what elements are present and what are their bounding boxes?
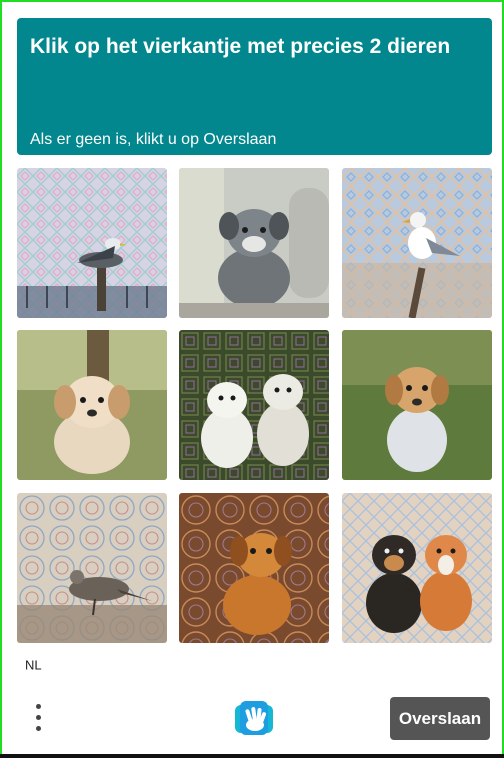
tile-two-dogs-2[interactable] [342, 493, 492, 643]
tile-dog-1[interactable] [179, 168, 329, 318]
tile-two-dogs-1[interactable] [179, 330, 329, 480]
challenge-subtitle: Als er geen is, klikt u op Overslaan [30, 131, 277, 148]
tile-seagull-2[interactable] [342, 168, 492, 318]
tile-dog-4[interactable] [179, 493, 329, 643]
language-selector[interactable]: NL [25, 658, 42, 673]
tile-seagull-1[interactable] [17, 168, 167, 318]
tile-dog-3[interactable] [342, 330, 492, 480]
dog-image [179, 493, 329, 643]
skip-button[interactable]: Overslaan [390, 697, 490, 740]
seagull-image [17, 168, 167, 318]
two-dogs-image [342, 493, 492, 643]
image-grid [17, 168, 492, 643]
dog-image [17, 330, 167, 480]
challenge-title: Klik op het vierkantje met precies 2 die… [30, 35, 451, 58]
dog-image [342, 330, 492, 480]
tile-dog-2[interactable] [17, 330, 167, 480]
tile-bird-1[interactable] [17, 493, 167, 643]
seagull-image [342, 168, 492, 318]
captcha-frame: Klik op het vierkantje met precies 2 die… [0, 0, 504, 758]
hcaptcha-logo-icon [235, 701, 273, 735]
dog-image [179, 168, 329, 318]
bird-image [17, 493, 167, 643]
menu-button[interactable] [28, 700, 50, 736]
vertical-ellipsis-icon [36, 704, 41, 709]
challenge-header: Klik op het vierkantje met precies 2 die… [17, 18, 492, 155]
two-dogs-image [179, 330, 329, 480]
